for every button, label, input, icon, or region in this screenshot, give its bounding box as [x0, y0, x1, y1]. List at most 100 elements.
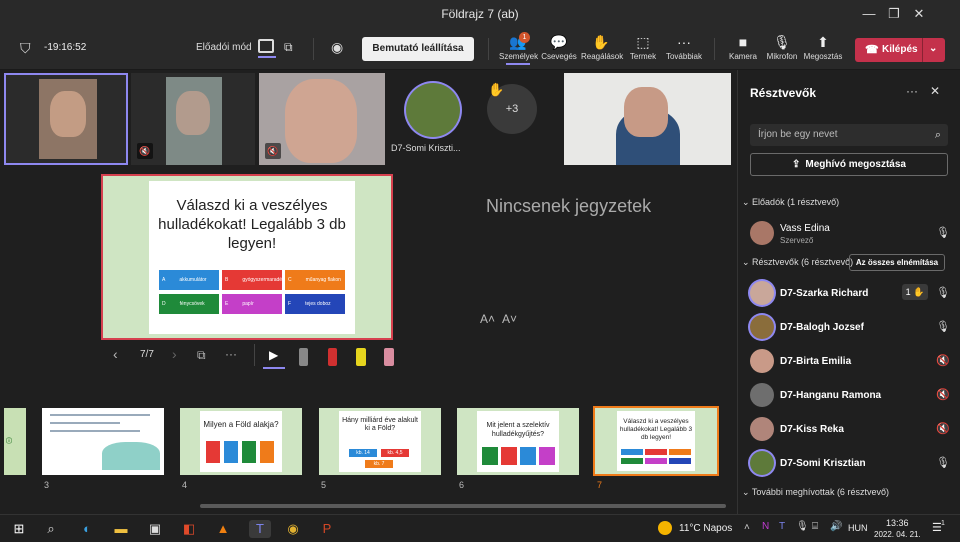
windows-start-icon[interactable]: ⊞	[10, 520, 28, 538]
more-options-icon[interactable]: ···	[225, 347, 237, 361]
prev-slide-icon[interactable]: ‹	[113, 346, 118, 362]
grid-view-icon[interactable]: ⧉	[197, 348, 206, 363]
chevron-down-icon[interactable]: ⌄	[929, 43, 937, 54]
participant-video	[285, 79, 357, 163]
avatar	[406, 83, 460, 137]
slide-thumb-5[interactable]: Hány milliárd éve alakult ki a Föld? kb.…	[319, 408, 441, 475]
reactions-button[interactable]: ✋ Reagálások	[581, 34, 623, 61]
slide-thumb-3[interactable]	[42, 408, 164, 475]
slide-thumb-4[interactable]: Milyen a Föld alakja?	[180, 408, 302, 475]
pointer-icon[interactable]: ▶	[269, 348, 278, 362]
teams-tray-icon[interactable]: T	[779, 521, 785, 532]
thumb-number: 5	[321, 480, 327, 490]
clock-time[interactable]: 13:36	[886, 518, 909, 528]
video-tile-1[interactable]	[4, 73, 128, 165]
decrease-font-button[interactable]: A˅	[502, 312, 517, 326]
pen-gray-icon[interactable]	[299, 348, 308, 366]
shield-icon[interactable]: ⛉	[20, 40, 31, 57]
office-icon[interactable]: ◧	[180, 520, 198, 538]
mic-off-icon: 🔇	[137, 143, 153, 159]
mic-off-icon: 🔇	[936, 389, 950, 401]
next-slide-icon[interactable]: ›	[172, 346, 177, 362]
store-icon[interactable]: ▣	[146, 520, 164, 538]
eraser-icon[interactable]	[384, 348, 394, 366]
panel-title: Résztvevők	[750, 86, 817, 100]
raised-hand-icon: ✋	[913, 287, 925, 297]
share-button[interactable]: ⬆ Megosztás	[803, 34, 843, 61]
participant-row[interactable]: D7-Hanganu Ramona 🔇	[750, 382, 950, 410]
participant-row[interactable]: D7-Birta Emilia 🔇	[750, 348, 950, 376]
camera-button[interactable]: ■ Kamera	[726, 34, 760, 61]
rooms-button[interactable]: ⬚ Termek	[626, 34, 660, 61]
slide-counter: 7/7	[140, 349, 154, 360]
video-tile-presenter[interactable]	[564, 73, 731, 165]
participants-panel: Résztvevők ··· ✕ Írjon be egy nevet ⌕ ⇪ M…	[737, 70, 960, 514]
restore-icon[interactable]: ❐	[883, 4, 905, 24]
edge-icon[interactable]: ◐	[78, 520, 96, 538]
mute-all-button[interactable]: Az összes elnémítása	[849, 254, 945, 271]
people-button[interactable]: 👥 Személyek	[499, 34, 538, 65]
layout-camera-icon[interactable]: ⧉	[284, 40, 293, 55]
language-indicator[interactable]: HUN	[848, 523, 868, 533]
taskbar: ⊞ ⌕ ◐ ▬ ▣ ◧ ▲ T ◉ P 11°C Napos ˄ N T 🎙 ⌸…	[0, 514, 960, 542]
slide-thumb-6[interactable]: Mit jelent a szelektív hulladékgyűjtés?	[457, 408, 579, 475]
video-tile-somi[interactable]: D7-Somi Kriszti...	[389, 73, 481, 165]
layout-screen-icon[interactable]	[258, 39, 274, 53]
file-explorer-icon[interactable]: ▬	[112, 520, 130, 538]
weather-text[interactable]: 11°C Napos	[679, 523, 732, 534]
thumb-number: 3	[44, 480, 50, 490]
video-tile-2[interactable]: 🔇	[131, 73, 255, 165]
teams-icon[interactable]: T	[249, 520, 271, 538]
phone-icon: ☎	[865, 44, 879, 56]
current-slide[interactable]: Válaszd ki a veszélyes hulladékokat! Leg…	[101, 174, 393, 340]
thumb-scrollbar[interactable]	[200, 504, 726, 508]
meeting-timer: -19:16:52	[44, 42, 87, 53]
stop-presenting-button[interactable]: Bemutató leállítása	[362, 37, 474, 61]
increase-font-button[interactable]: A˄	[480, 312, 495, 326]
onenote-tray-icon[interactable]: N	[762, 521, 769, 532]
mic-icon: 🎙	[936, 321, 950, 333]
microphone-icon: 🎙	[773, 34, 791, 50]
panel-close-icon[interactable]: ✕	[930, 84, 940, 98]
panel-more-icon[interactable]: ···	[906, 84, 918, 98]
attendees-section[interactable]: ⌄ Résztvevők (6 résztvevő)	[742, 257, 853, 268]
vlc-icon[interactable]: ▲	[214, 520, 232, 538]
chrome-icon[interactable]: ◉	[284, 520, 302, 538]
mic-tray-icon[interactable]: 🎙	[796, 521, 809, 532]
participant-presenter[interactable]: Vass Edina Szervező 🎙	[750, 220, 950, 248]
avatar	[750, 315, 774, 339]
share-invite-button[interactable]: ⇪ Meghívó megosztása	[750, 153, 948, 176]
slide-thumb-2[interactable]: ⓘ	[4, 408, 26, 475]
slide-title: Válaszd ki a veszélyes hulladékokat! Leg…	[158, 197, 346, 252]
volume-icon[interactable]: 🔊	[830, 521, 842, 532]
highlighter-icon[interactable]	[356, 348, 366, 366]
minimize-icon[interactable]: —	[858, 4, 880, 24]
clock-date[interactable]: 2022. 04. 21.	[874, 530, 921, 539]
tray-chevron-icon[interactable]: ˄	[744, 522, 750, 533]
mic-off-icon: 🔇	[936, 423, 950, 435]
invited-section[interactable]: ⌄ További meghívottak (6 résztvevő)	[742, 487, 889, 498]
presenter-mode-label[interactable]: Előadói mód	[196, 42, 252, 53]
video-tile-3[interactable]: 🔇	[259, 73, 385, 165]
pen-red-icon[interactable]	[328, 348, 337, 366]
search-icon: ⌕	[934, 129, 941, 141]
participant-search-input[interactable]: Írjon be egy nevet ⌕	[750, 124, 948, 146]
participant-row[interactable]: D7-Somi Krisztian 🎙	[750, 450, 950, 478]
mic-button[interactable]: 🎙 Mikrofon	[764, 34, 800, 61]
slide-thumb-7[interactable]: Válaszd ki a veszélyes hulladékokat! Leg…	[593, 406, 719, 476]
network-icon[interactable]: ⌸	[812, 521, 818, 532]
more-button[interactable]: ··· Továbbiak	[664, 34, 704, 61]
avatar	[750, 349, 774, 373]
presenters-section[interactable]: ⌄ Előadók (1 résztvevő)	[742, 197, 839, 208]
search-taskbar-icon[interactable]: ⌕	[42, 520, 60, 538]
participant-row[interactable]: D7-Kiss Reka 🔇	[750, 416, 950, 444]
leave-button[interactable]: ☎ Kilépés ⌄	[855, 38, 945, 62]
participant-row[interactable]: D7-Szarka Richard 1 ✋ 🎙	[750, 280, 950, 308]
window-close-icon[interactable]: ✕	[908, 4, 930, 24]
chat-button[interactable]: 💬 Csevegés	[541, 34, 577, 61]
powerpoint-icon[interactable]: P	[318, 520, 336, 538]
participant-row[interactable]: D7-Balogh Jozsef 🎙	[750, 314, 950, 342]
people-badge: 1	[519, 32, 530, 43]
mic-icon: 🎙	[936, 457, 950, 469]
eye-icon[interactable]: ◉	[331, 39, 343, 56]
